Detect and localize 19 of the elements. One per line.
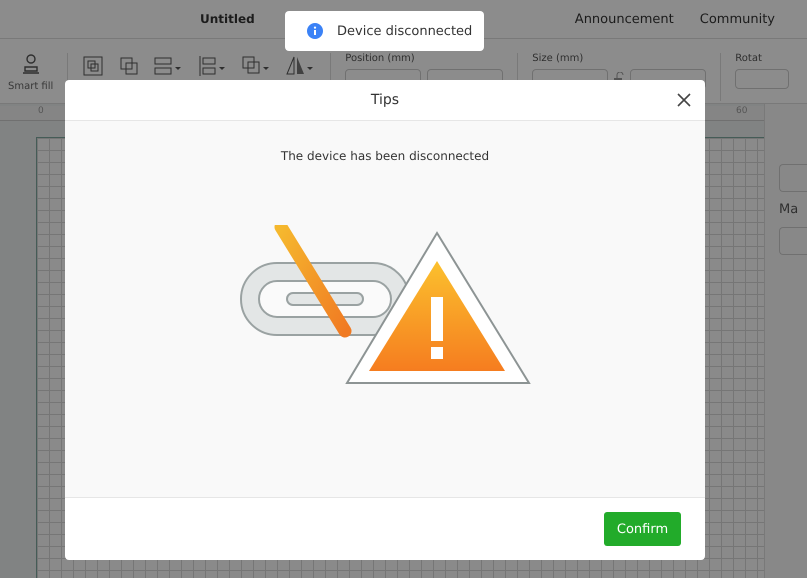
close-icon[interactable] <box>677 93 691 107</box>
dialog-message: The device has been disconnected <box>280 149 490 163</box>
field-label: Rotat <box>735 53 763 64</box>
nav-link[interactable]: Community <box>700 12 775 26</box>
color-field[interactable] <box>779 227 807 255</box>
smart-fill-button[interactable]: Smart fill <box>8 53 54 92</box>
field-label: Size (mm) <box>532 53 584 64</box>
rotate-field[interactable] <box>735 69 790 89</box>
document-title: Untitled <box>200 12 255 26</box>
info-icon <box>307 23 323 39</box>
dialog-title: Tips <box>370 92 400 108</box>
toast-message: Device disconnected <box>337 24 472 38</box>
panel-label: Ma <box>779 202 800 217</box>
nav-link[interactable]: Announcement <box>574 12 674 26</box>
group-icon[interactable] <box>82 55 104 77</box>
ungroup-icon[interactable] <box>118 55 140 77</box>
confirm-button[interactable]: Confirm <box>604 512 681 546</box>
field-label: Position (mm) <box>345 53 416 64</box>
panel-field[interactable] <box>779 164 807 192</box>
